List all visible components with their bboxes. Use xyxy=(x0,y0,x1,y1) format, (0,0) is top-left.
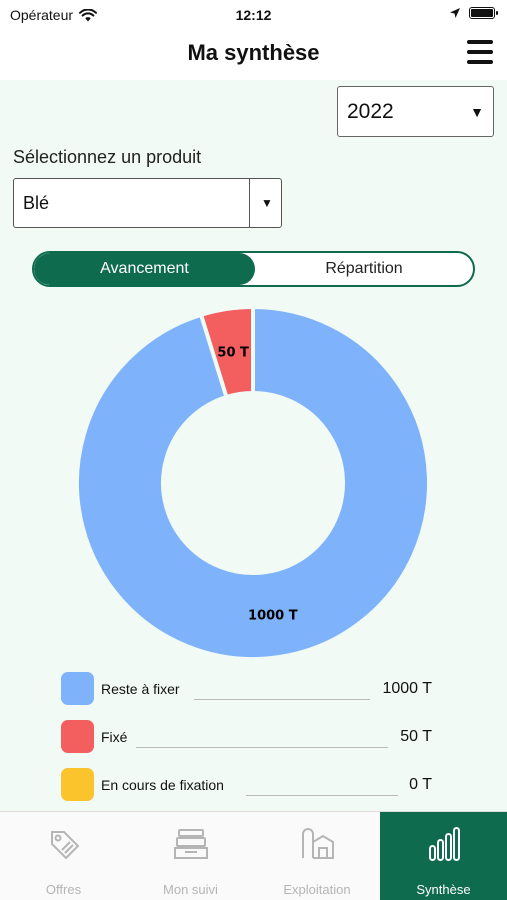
legend-value: 50 T xyxy=(400,728,432,745)
bottom-tab-bar: Offres Mon suivi Exploitation Synthèse xyxy=(0,811,507,900)
tab-label: Exploitation xyxy=(283,882,351,897)
product-select-label: Sélectionnez un produit xyxy=(13,147,202,167)
battery-icon xyxy=(469,7,498,19)
legend-value: 0 T xyxy=(409,776,432,793)
legend-swatch xyxy=(61,768,94,801)
donut-slice-label: 50 T xyxy=(217,345,249,360)
legend-dotted-line xyxy=(246,795,398,796)
year-select-value: 2022 xyxy=(347,99,394,123)
tab-exploitation[interactable]: Exploitation xyxy=(254,812,380,900)
tab-synthese[interactable]: Synthèse xyxy=(380,812,507,900)
bar-chart-icon xyxy=(428,827,460,861)
nav-bar: Ma synthèse xyxy=(0,30,507,80)
donut-chart-svg: 1000 T 50 T xyxy=(77,307,429,659)
donut-chart: 1000 T 50 T xyxy=(77,307,429,659)
year-select[interactable]: 2022 ▼ xyxy=(337,86,494,137)
view-toggle: Avancement Répartition xyxy=(32,251,475,287)
product-select[interactable]: Blé ▼ xyxy=(13,178,282,228)
location-arrow-icon xyxy=(450,8,460,18)
tab-mon-suivi[interactable]: Mon suivi xyxy=(127,812,254,900)
dropdown-triangle-icon: ▼ xyxy=(261,196,273,210)
tab-repartition[interactable]: Répartition xyxy=(255,253,473,285)
legend-row: Reste à fixer 1000 T xyxy=(60,671,432,719)
inbox-icon xyxy=(173,829,208,859)
donut-slice-label: 1000 T xyxy=(248,609,298,624)
legend-label: Reste à fixer xyxy=(101,681,180,697)
legend-row: Fixé 50 T xyxy=(60,719,432,767)
legend-value: 1000 T xyxy=(382,680,432,697)
select-divider xyxy=(249,179,250,227)
main-content: 2022 ▼ Sélectionnez un produit Blé ▼ Ava… xyxy=(0,80,507,811)
tab-label: Synthèse xyxy=(416,882,471,897)
status-time: 12:12 xyxy=(235,7,272,23)
tab-label: Mon suivi xyxy=(163,882,218,897)
tab-offres[interactable]: Offres xyxy=(0,812,127,900)
legend-label: En cours de fixation xyxy=(101,777,224,793)
page-title: Ma synthèse xyxy=(187,40,320,65)
tab-avancement[interactable]: Avancement xyxy=(34,253,255,285)
hamburger-menu-icon[interactable] xyxy=(467,40,493,64)
tag-icon xyxy=(50,831,79,860)
dropdown-triangle-icon: ▼ xyxy=(470,104,484,120)
legend-swatch xyxy=(61,720,94,753)
product-select-value: Blé xyxy=(23,193,50,213)
status-right xyxy=(449,7,498,19)
barn-icon xyxy=(302,828,334,859)
legend-row: En cours de fixation 0 T xyxy=(60,767,432,815)
legend-dotted-line xyxy=(136,747,388,748)
tab-label: Offres xyxy=(45,882,82,897)
legend-dotted-line xyxy=(194,699,370,700)
legend-label: Fixé xyxy=(101,729,128,745)
legend-swatch xyxy=(61,672,94,705)
status-bar: Opérateur 12:12 xyxy=(0,0,507,30)
chart-legend: Reste à fixer 1000 T Fixé 50 T En cours … xyxy=(60,671,432,815)
